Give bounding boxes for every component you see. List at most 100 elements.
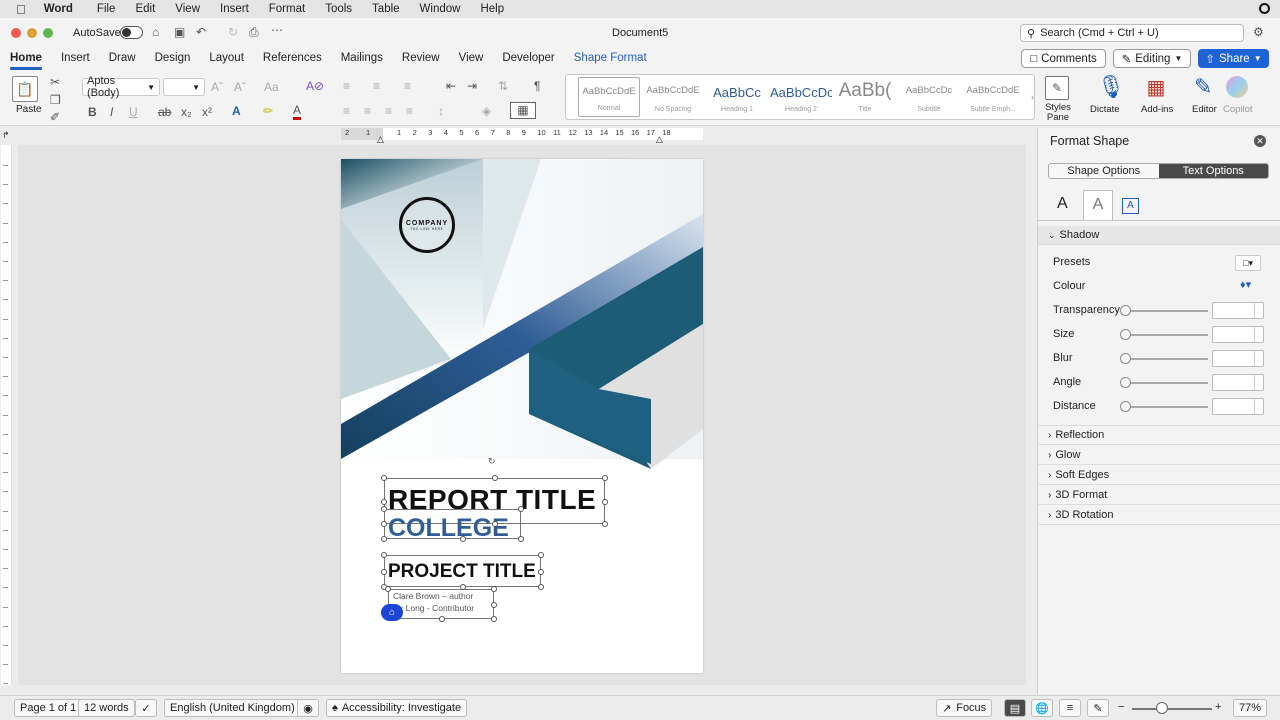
grow-font-icon[interactable]: Aˆ	[211, 80, 223, 94]
presets-dropdown[interactable]: □▾	[1235, 255, 1261, 271]
strikethrough-icon[interactable]: ab	[158, 105, 171, 119]
tab-shape-format[interactable]: Shape Format	[574, 46, 647, 70]
resize-handle[interactable]	[538, 584, 544, 590]
size-spinner[interactable]	[1212, 326, 1264, 343]
clear-formatting-icon[interactable]: A⊘	[306, 79, 324, 93]
paste-label[interactable]: Paste	[16, 104, 42, 115]
soft-edges-section-header[interactable]: › Soft Edges	[1038, 466, 1280, 485]
undo-icon[interactable]: ↶	[196, 25, 206, 39]
resize-handle[interactable]	[381, 521, 387, 527]
resize-handle[interactable]	[381, 475, 387, 481]
zoom-slider-knob[interactable]	[1156, 702, 1168, 714]
tab-layout[interactable]: Layout	[209, 46, 244, 70]
rotate-handle-icon[interactable]: ↻	[488, 456, 496, 467]
transparency-slider[interactable]	[1124, 310, 1208, 312]
numbering-icon[interactable]: ≡	[373, 79, 380, 93]
web-layout-icon[interactable]: 🌐	[1031, 699, 1053, 717]
bold-icon[interactable]: B	[88, 105, 97, 119]
ruler-corner-icon[interactable]: ↱	[2, 130, 10, 141]
resize-handle[interactable]	[492, 521, 498, 527]
menu-table[interactable]: Table	[372, 3, 400, 15]
dictate-label[interactable]: Dictate	[1090, 104, 1120, 115]
resize-handle[interactable]	[602, 475, 608, 481]
3d-format-section-header[interactable]: › 3D Format	[1038, 486, 1280, 505]
resize-handle[interactable]	[385, 586, 391, 592]
angle-slider[interactable]	[1124, 382, 1208, 384]
cut-icon[interactable]: ✂	[50, 75, 60, 89]
style-heading-2[interactable]: AaBbCcDc Heading 2	[770, 77, 832, 117]
style-normal[interactable]: AaBbCcDdE Normal	[578, 77, 640, 117]
right-indent-marker-icon[interactable]: △	[656, 134, 663, 145]
underline-icon[interactable]: U	[129, 105, 138, 119]
text-effects-tab-icon[interactable]: A	[1083, 190, 1113, 220]
menu-view[interactable]: View	[175, 3, 200, 15]
accessibility-button[interactable]: ♠ Accessibility: Investigate	[326, 699, 468, 717]
line-spacing-icon[interactable]: ↕	[438, 104, 444, 118]
resize-handle[interactable]	[538, 569, 544, 575]
copy-icon[interactable]: ❐	[50, 93, 61, 107]
save-icon[interactable]: ▣	[174, 25, 185, 39]
tab-design[interactable]: Design	[155, 46, 191, 70]
more-icon[interactable]: ⋯	[271, 23, 283, 37]
change-case-icon[interactable]: Aa	[264, 80, 279, 94]
resize-handle[interactable]	[491, 616, 497, 622]
align-right-icon[interactable]: ≡	[385, 104, 392, 118]
resize-handle[interactable]	[439, 616, 445, 622]
draft-view-icon[interactable]: ✎	[1087, 699, 1109, 717]
sort-icon[interactable]: ⇅	[498, 79, 508, 93]
increase-indent-icon[interactable]: ⇥	[467, 79, 477, 93]
page-count[interactable]: Page 1 of 1	[14, 699, 83, 717]
resize-handle[interactable]	[381, 552, 387, 558]
shape-options-tab[interactable]: Shape Options	[1049, 164, 1159, 178]
angle-slider-knob[interactable]	[1120, 377, 1131, 388]
zoom-out-button[interactable]: −	[1118, 701, 1124, 713]
apple-icon[interactable]: 	[16, 2, 26, 17]
resize-handle[interactable]	[381, 536, 387, 542]
borders-icon[interactable]: ▦	[510, 102, 536, 119]
menu-insert[interactable]: Insert	[220, 3, 249, 15]
menu-edit[interactable]: Edit	[135, 3, 155, 15]
resize-handle[interactable]	[518, 536, 524, 542]
distance-slider-knob[interactable]	[1120, 401, 1131, 412]
resize-handle[interactable]	[460, 584, 466, 590]
resize-handle[interactable]	[602, 521, 608, 527]
style-no-spacing[interactable]: AaBbCcDdE No Spacing	[642, 77, 704, 117]
menu-format[interactable]: Format	[269, 3, 305, 15]
styles-pane-label[interactable]: Styles Pane	[1043, 103, 1073, 123]
resize-handle[interactable]	[518, 506, 524, 512]
search-box[interactable]: ⚲ Search (Cmd + Ctrl + U)	[1020, 24, 1244, 42]
zoom-slider[interactable]	[1132, 708, 1212, 710]
share-button[interactable]: ⇧ Share ▼	[1198, 49, 1269, 68]
vertical-ruler[interactable]	[1, 145, 12, 685]
distance-spinner[interactable]	[1212, 398, 1264, 415]
editor-label[interactable]: Editor	[1192, 104, 1217, 115]
italic-icon[interactable]: I	[110, 105, 113, 119]
style-title[interactable]: AaBb(Title	[834, 77, 896, 117]
justify-icon[interactable]: ≡	[406, 104, 413, 118]
resize-handle[interactable]	[491, 586, 497, 592]
zoom-window-button[interactable]	[43, 28, 53, 38]
gallery-scroll-icon[interactable]: ›	[1031, 90, 1034, 104]
tab-mailings[interactable]: Mailings	[341, 46, 383, 70]
format-painter-icon[interactable]: ✐	[50, 110, 60, 124]
microphone-icon[interactable]: 🎙	[1097, 74, 1125, 100]
shadow-section-header[interactable]: ⌄ Shadow	[1038, 226, 1280, 245]
glow-section-header[interactable]: › Glow	[1038, 446, 1280, 465]
bullets-icon[interactable]: ≡	[343, 79, 350, 93]
font-name-dropdown[interactable]: Aptos (Body) ▼	[82, 75, 160, 99]
menu-file[interactable]: File	[97, 3, 116, 15]
menu-tools[interactable]: Tools	[325, 3, 352, 15]
blur-slider-knob[interactable]	[1120, 353, 1131, 364]
blur-spinner[interactable]	[1212, 350, 1264, 367]
blur-slider[interactable]	[1124, 358, 1208, 360]
distance-slider[interactable]	[1124, 406, 1208, 408]
decrease-indent-icon[interactable]: ⇤	[446, 79, 456, 93]
addins-label[interactable]: Add-ins	[1141, 104, 1173, 115]
home-icon[interactable]: ⌂	[152, 25, 159, 39]
resize-handle[interactable]	[602, 499, 608, 505]
minimize-window-button[interactable]	[27, 28, 37, 38]
print-layout-icon[interactable]: ▤	[1004, 699, 1026, 717]
status-circle-icon[interactable]	[1259, 3, 1270, 14]
resize-handle[interactable]	[460, 536, 466, 542]
proofing-icon[interactable]: ✓	[135, 699, 157, 717]
